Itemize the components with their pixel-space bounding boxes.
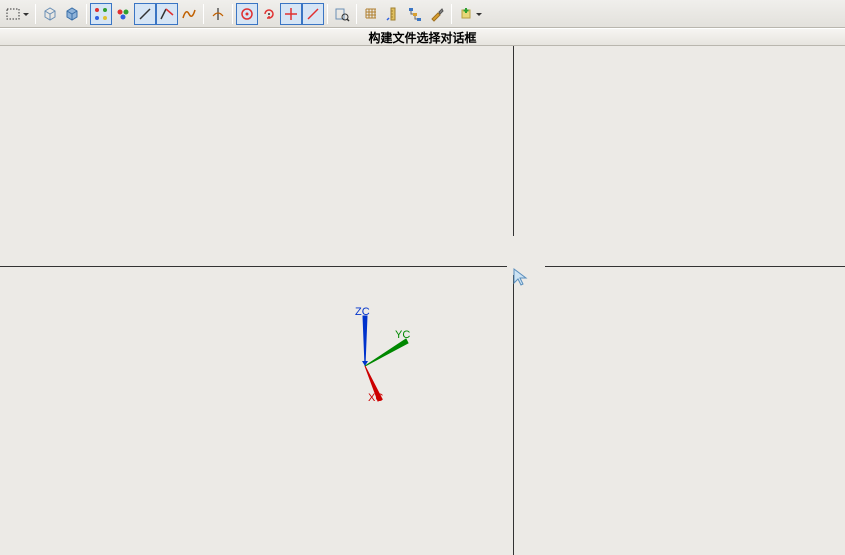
intersection-icon bbox=[210, 6, 226, 22]
colored-points-icon bbox=[93, 6, 109, 22]
toolbar-separator bbox=[35, 4, 36, 24]
box-button[interactable] bbox=[39, 3, 61, 25]
toolbar-separator bbox=[86, 4, 87, 24]
measure-button[interactable] bbox=[382, 3, 404, 25]
intersection-button[interactable] bbox=[207, 3, 229, 25]
tree-button[interactable] bbox=[404, 3, 426, 25]
line-icon bbox=[137, 6, 153, 22]
measure-icon bbox=[385, 6, 401, 22]
axis-z-label: ZC bbox=[355, 306, 370, 318]
grid-button[interactable] bbox=[360, 3, 382, 25]
main-toolbar bbox=[0, 0, 845, 28]
rectangle-select-icon bbox=[5, 6, 21, 22]
analyze-button[interactable] bbox=[331, 3, 353, 25]
rotate-button[interactable] bbox=[258, 3, 280, 25]
cube-icon bbox=[64, 6, 80, 22]
dialog-title-bar: 构建文件选择对话框 bbox=[0, 28, 845, 46]
viewport[interactable]: ZC YC XC bbox=[0, 46, 845, 555]
toolbar-separator bbox=[356, 4, 357, 24]
add-button[interactable] bbox=[455, 3, 477, 25]
axis-y-label: YC bbox=[395, 329, 410, 341]
cursor-guide-vertical-bottom bbox=[513, 275, 514, 555]
rotate-icon bbox=[261, 6, 277, 22]
toolbar-separator bbox=[232, 4, 233, 24]
line-button[interactable] bbox=[134, 3, 156, 25]
tree-icon bbox=[407, 6, 423, 22]
crosshair-icon bbox=[283, 6, 299, 22]
tools-icon bbox=[429, 6, 445, 22]
spline-button[interactable] bbox=[178, 3, 200, 25]
diagonal-line-icon bbox=[305, 6, 321, 22]
toolbar-separator bbox=[451, 4, 452, 24]
circle-icon bbox=[239, 6, 255, 22]
crosshair-button[interactable] bbox=[280, 3, 302, 25]
grid-icon bbox=[363, 6, 379, 22]
rectangle-select-button[interactable] bbox=[2, 3, 24, 25]
toolbar-separator bbox=[203, 4, 204, 24]
toolbar-separator bbox=[327, 4, 328, 24]
box-icon bbox=[42, 6, 58, 22]
colored-cluster-button[interactable] bbox=[112, 3, 134, 25]
analyze-icon bbox=[334, 6, 350, 22]
add-icon bbox=[458, 6, 474, 22]
spline-icon bbox=[181, 6, 197, 22]
cursor-guide-vertical-top bbox=[513, 46, 514, 236]
dialog-title: 构建文件选择对话框 bbox=[368, 29, 476, 46]
tools-button[interactable] bbox=[426, 3, 448, 25]
arc-button[interactable] bbox=[156, 3, 178, 25]
axis-x-label: XC bbox=[368, 392, 383, 404]
colored-points-button[interactable] bbox=[90, 3, 112, 25]
cursor-guide-horizontal-right bbox=[545, 266, 845, 267]
cube-button[interactable] bbox=[61, 3, 83, 25]
colored-cluster-icon bbox=[115, 6, 131, 22]
circle-button[interactable] bbox=[236, 3, 258, 25]
diagonal-line-button[interactable] bbox=[302, 3, 324, 25]
arc-icon bbox=[159, 6, 175, 22]
cursor-guide-horizontal-left bbox=[0, 266, 507, 267]
